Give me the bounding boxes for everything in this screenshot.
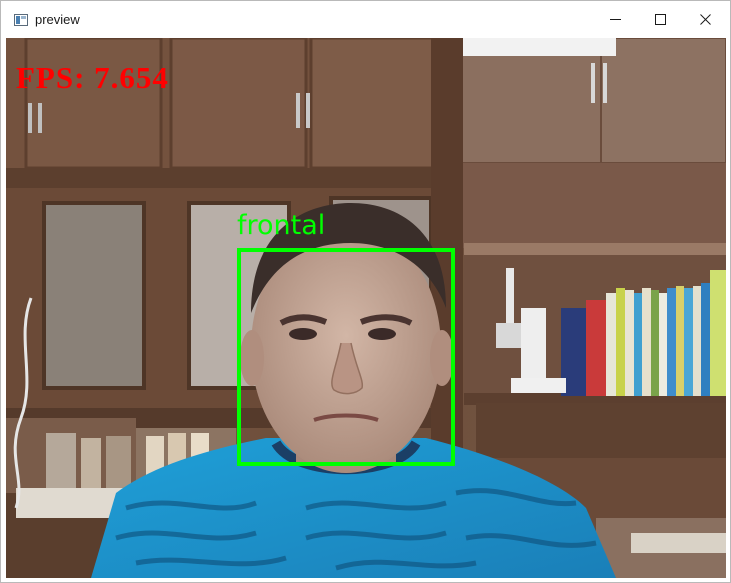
minimize-button[interactable]: [592, 1, 638, 38]
close-icon: [699, 14, 711, 25]
close-button[interactable]: [682, 1, 728, 38]
fps-counter: FPS: 7.654: [16, 60, 169, 95]
face-detection-box: [237, 248, 455, 466]
preview-window: preview FPS: 7.654 frontal: [0, 0, 731, 583]
face-detection-label: frontal: [237, 210, 326, 241]
window-app-icon: [14, 13, 28, 26]
maximize-icon: [654, 14, 666, 25]
title-bar[interactable]: preview: [1, 1, 730, 38]
maximize-button[interactable]: [637, 1, 683, 38]
window-title: preview: [35, 12, 80, 27]
minimize-icon: [609, 14, 621, 25]
camera-preview: FPS: 7.654 frontal: [6, 38, 726, 578]
